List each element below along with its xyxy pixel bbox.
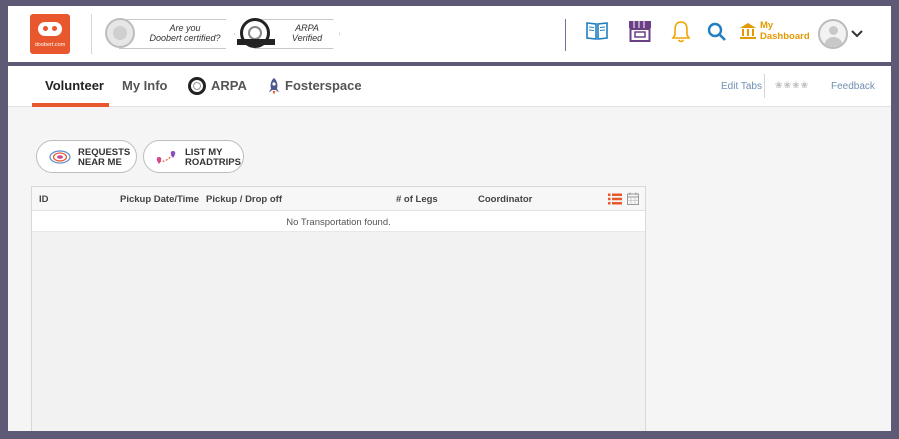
column-header-pickup-dropoff[interactable]: Pickup / Drop off <box>206 194 282 205</box>
calendar-view-icon[interactable] <box>627 192 639 205</box>
tab-bar: Volunteer My Info ARPA Fosterspace Edit … <box>8 66 891 107</box>
feedback-link[interactable]: Feedback <box>831 81 875 92</box>
table-header: ID Pickup Date/Time Pickup / Drop off # … <box>32 187 645 211</box>
avatar[interactable] <box>818 19 848 49</box>
route-pins-icon <box>156 151 176 164</box>
certified-line2: Doobert certified? <box>149 33 221 43</box>
column-header-id[interactable]: ID <box>39 194 49 205</box>
rocket-icon <box>269 78 279 95</box>
arpa-text: ARPA Verified <box>282 23 332 43</box>
transportation-table: ID Pickup Date/Time Pickup / Drop off # … <box>31 186 646 431</box>
certified-badge[interactable]: Are you Doobert certified? <box>105 16 235 52</box>
column-header-coordinator[interactable]: Coordinator <box>478 194 532 205</box>
requests-line2: NEAR ME <box>78 157 122 168</box>
certified-line1: Are you <box>169 23 201 33</box>
edit-tabs-link[interactable]: Edit Tabs <box>721 81 762 92</box>
tab-volunteer[interactable]: Volunteer <box>45 78 104 93</box>
notification-bell-icon[interactable] <box>671 20 691 44</box>
doobert-logo[interactable]: doobert.com <box>30 14 70 54</box>
dashboard-line2: Dashboard <box>760 31 810 42</box>
tab-fosterspace[interactable]: Fosterspace <box>285 78 362 93</box>
table-row: No Transportation found. <box>32 211 645 232</box>
certified-seal-icon <box>105 18 135 48</box>
my-dashboard-link[interactable]: My Dashboard <box>760 20 810 42</box>
arpa-line1: ARPA <box>295 23 319 33</box>
search-icon[interactable] <box>707 22 727 42</box>
arpa-seal-icon <box>237 18 275 48</box>
divider <box>565 19 566 51</box>
empty-message: No Transportation found. <box>286 217 391 228</box>
column-header-pickup-date[interactable]: Pickup Date/Time <box>120 194 199 205</box>
app-frame: doobert.com Are you Doobert certified? A… <box>8 6 891 431</box>
tab-arpa[interactable]: ARPA <box>211 78 247 93</box>
roadtrips-line2: ROADTRIPS <box>185 157 241 168</box>
chevron-down-icon[interactable] <box>851 29 863 39</box>
divider <box>91 14 92 54</box>
top-header: doobert.com Are you Doobert certified? A… <box>8 6 891 62</box>
list-my-roadtrips-label: LIST MY ROADTRIPS <box>185 148 241 168</box>
tab-my-info[interactable]: My Info <box>122 78 168 93</box>
list-view-icon[interactable] <box>608 193 622 205</box>
dashboard-icon[interactable] <box>739 22 757 40</box>
book-icon[interactable] <box>585 20 609 42</box>
column-header-legs[interactable]: # of Legs <box>396 194 438 205</box>
requests-near-me-label: REQUESTS NEAR ME <box>78 148 130 168</box>
arpa-verified-badge[interactable]: ARPA Verified <box>237 16 340 52</box>
list-my-roadtrips-button[interactable]: LIST MY ROADTRIPS <box>143 140 244 173</box>
arpa-tab-icon <box>188 77 206 95</box>
storefront-icon[interactable] <box>627 19 653 43</box>
logo-mark-icon <box>38 22 62 36</box>
certified-text: Are you Doobert certified? <box>145 23 225 43</box>
divider <box>764 74 765 98</box>
requests-near-me-button[interactable]: REQUESTS NEAR ME <box>36 140 137 173</box>
paw-rating-icon[interactable]: ❀❀❀❀ <box>775 80 809 91</box>
radar-icon <box>49 150 71 164</box>
logo-text: doobert.com <box>34 42 66 48</box>
arpa-line2: Verified <box>291 33 323 43</box>
active-tab-indicator <box>32 103 109 107</box>
dashboard-line1: My <box>760 20 774 31</box>
